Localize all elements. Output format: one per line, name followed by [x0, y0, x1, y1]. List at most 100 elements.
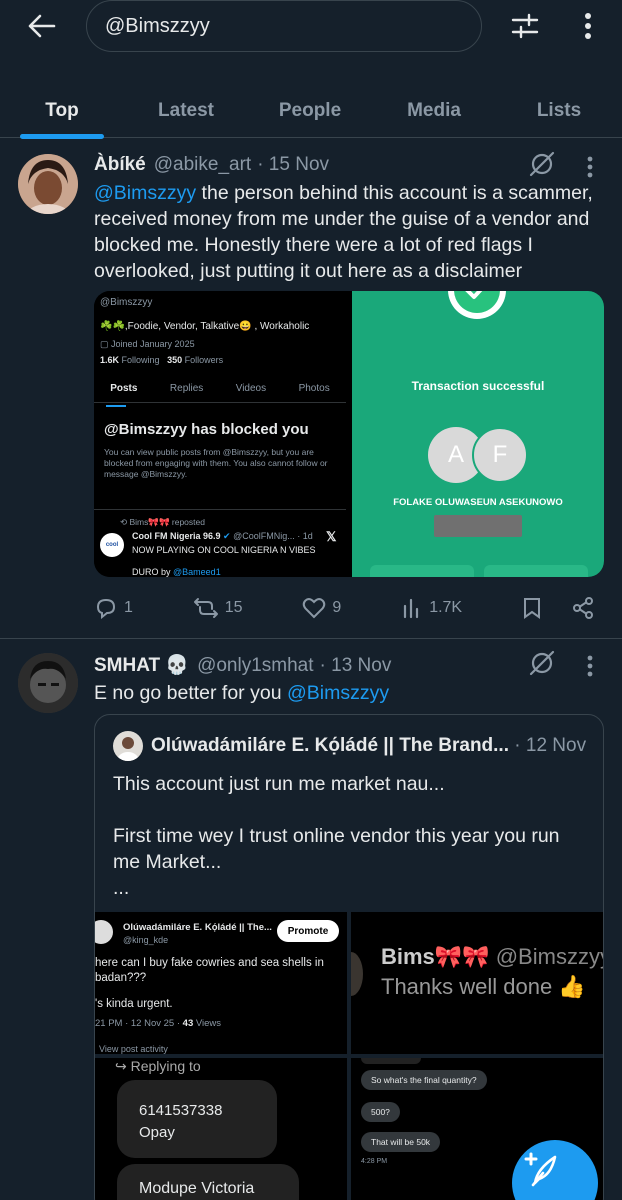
tab-media[interactable]: Media	[372, 84, 496, 138]
repost-text-2-label: DURO by	[132, 567, 171, 577]
tweet-date: · 13 Nov	[319, 655, 392, 676]
profile-handle: @Bimszzyy	[100, 297, 153, 308]
img1-views-label: Views	[195, 1018, 222, 1029]
tab-people[interactable]: People	[248, 84, 372, 138]
tweet-text: @Bimszzyy the person behind this account…	[94, 180, 614, 284]
blocked-title: @Bimszzyy has blocked you	[104, 421, 309, 438]
img1-name: Olúwadámiláre E. Kọ́ládé || The...	[123, 922, 272, 933]
profile-tab-videos: Videos	[235, 383, 267, 394]
img3-account-number: 6141537338	[139, 1102, 223, 1119]
tab-top-label: Top	[45, 100, 79, 121]
quote-avatar[interactable]	[113, 731, 143, 761]
blocked-body: You can view public posts from @Bimszzyy…	[104, 447, 328, 479]
repost-line: ⟲ Bims🎀🎀 reposted	[120, 517, 205, 527]
mention-link[interactable]: @Bimszzyy	[287, 682, 389, 704]
quoted-tweet[interactable]: Olúwadámiláre E. Kọ́ládé || The Brand...…	[94, 714, 604, 1200]
tweet-text: E no go better for you @Bimszzyy	[94, 680, 614, 706]
recipient-initial-text: F	[492, 441, 508, 468]
img2-name: Bims🎀🎀	[381, 944, 490, 969]
more-icon[interactable]	[578, 152, 602, 182]
repost-mention: @Bameed1	[173, 567, 221, 577]
quote-author-name[interactable]: Olúwadámiláre E. Kọ́ládé || The Brand...	[151, 735, 509, 756]
recipient-initial: F	[472, 427, 528, 483]
mention-link[interactable]: @Bimszzyy	[94, 182, 196, 204]
tweet-abike[interactable]: Àbíké @abike_art · 15 Nov @Bimszzyy the …	[0, 138, 622, 638]
media-divider	[94, 509, 346, 510]
repost-button[interactable]: 15	[193, 597, 243, 619]
like-count: 9	[332, 599, 342, 616]
tweet-body: E no go better for you	[94, 682, 287, 704]
author-name[interactable]: Àbíké	[94, 154, 146, 176]
more-options-icon[interactable]	[570, 8, 606, 44]
redacted-box	[434, 515, 522, 537]
tab-lists[interactable]: Lists	[496, 84, 622, 138]
quote-date: · 12 Nov	[514, 735, 587, 756]
share-icon[interactable]	[572, 597, 594, 619]
img4-time: 4:28 PM	[361, 1158, 388, 1165]
img3-account: 6141537338 Opay	[139, 1100, 222, 1144]
views-button[interactable]: 1.7K	[401, 597, 462, 619]
img3-reply-label: Replying to	[130, 1058, 201, 1074]
filter-icon[interactable]	[505, 8, 545, 44]
tweet-smhat[interactable]: SMHAT 💀 @only1smhat · 13 Nov E no go bet…	[0, 639, 622, 1200]
bookmark-share-group	[522, 597, 594, 619]
tab-media-label: Media	[407, 100, 461, 121]
tweet-media[interactable]: @Bimszzyy ☘️☘️,Foodie, Vendor, Talkative…	[94, 291, 604, 577]
profile-tab-indicator	[106, 405, 126, 407]
grok-icon[interactable]	[528, 649, 558, 679]
bookmark-icon[interactable]	[522, 597, 542, 619]
quote-line-1: This account just run me market nau...	[113, 773, 445, 795]
quote-image-1[interactable]: Olúwadámiláre E. Kọ́ládé || The... @king…	[95, 912, 347, 1054]
img3-bank: Opay	[139, 1124, 175, 1141]
quote-image-2[interactable]: Bims🎀🎀 @Bimszzyy Thanks well done 👍	[351, 912, 603, 1054]
quote-header: Olúwadámiláre E. Kọ́ládé || The Brand...…	[151, 735, 586, 757]
img1-promote-button: Promote	[277, 920, 339, 942]
tab-top[interactable]: Top	[0, 84, 124, 139]
compose-feather-icon	[524, 1152, 557, 1187]
followers-count: 350	[167, 355, 183, 365]
profile-tab-replies: Replies	[169, 383, 204, 394]
reply-button[interactable]: 1	[94, 597, 133, 619]
top-bar: @Bimszzyy	[0, 0, 622, 52]
repost-line-text: Bims🎀🎀 reposted	[129, 517, 205, 527]
reply-count: 1	[124, 599, 133, 616]
profile-bio: ☘️☘️,Foodie, Vendor, Talkative😀 , Workah…	[100, 321, 310, 332]
profile-tab-photos: Photos	[298, 383, 330, 394]
avatar[interactable]	[18, 653, 78, 713]
img2-header: Bims🎀🎀 @Bimszzyy	[381, 944, 603, 970]
grok-icon[interactable]	[528, 150, 558, 180]
following-label: Following	[121, 355, 160, 365]
more-icon[interactable]	[578, 651, 602, 681]
profile-joined-text: Joined January 2025	[111, 339, 195, 349]
like-button[interactable]: 9	[302, 597, 341, 619]
search-input[interactable]: @Bimszzyy	[86, 0, 482, 52]
media-image-transaction[interactable]: Transaction successful A F FOLAKE OLUWAS…	[352, 291, 604, 577]
img1-avatar	[95, 920, 113, 944]
back-arrow-icon[interactable]	[22, 8, 62, 44]
tweet-header: SMHAT 💀 @only1smhat · 13 Nov	[94, 653, 391, 677]
author-handle[interactable]: @abike_art	[154, 154, 251, 176]
quote-image-3[interactable]: ↪ Replying to 6141537338 Opay Modupe Vic…	[95, 1058, 347, 1200]
recipient-name: FOLAKE OLUWASEUN ASEKUNOWO	[393, 497, 563, 508]
tweet-date: · 15 Nov	[257, 154, 330, 175]
tweet-header: Àbíké @abike_art · 15 Nov	[94, 154, 329, 176]
avatar[interactable]	[18, 154, 78, 214]
profile-joined: ▢ Joined January 2025	[100, 339, 195, 349]
tab-latest[interactable]: Latest	[124, 84, 248, 138]
following-count: 1.6K	[100, 355, 120, 365]
sender-initial-text: A	[447, 441, 464, 468]
media-image-profile[interactable]: @Bimszzyy ☘️☘️,Foodie, Vendor, Talkative…	[94, 291, 346, 577]
img4-msg-2: 500?	[361, 1102, 400, 1122]
tab-people-label: People	[278, 100, 342, 121]
x-logo-icon: 𝕏	[326, 529, 337, 544]
coolfm-logo: cool	[100, 533, 124, 557]
img2-text: Thanks well done 👍	[381, 974, 586, 999]
profile-follow-counts: 1.6K Following 350 Followers	[100, 355, 223, 365]
img4-msg-1: So what's the final quantity?	[361, 1070, 487, 1090]
img2-handle: @Bimszzyy	[495, 944, 603, 969]
author-handle[interactable]: @only1smhat	[197, 655, 313, 677]
img4-msg-3: That will be 50k	[361, 1132, 441, 1152]
author-name[interactable]: SMHAT 💀	[94, 653, 189, 677]
repost-count: 15	[224, 599, 243, 616]
repost-name: Cool FM Nigeria 96.9	[132, 531, 221, 541]
